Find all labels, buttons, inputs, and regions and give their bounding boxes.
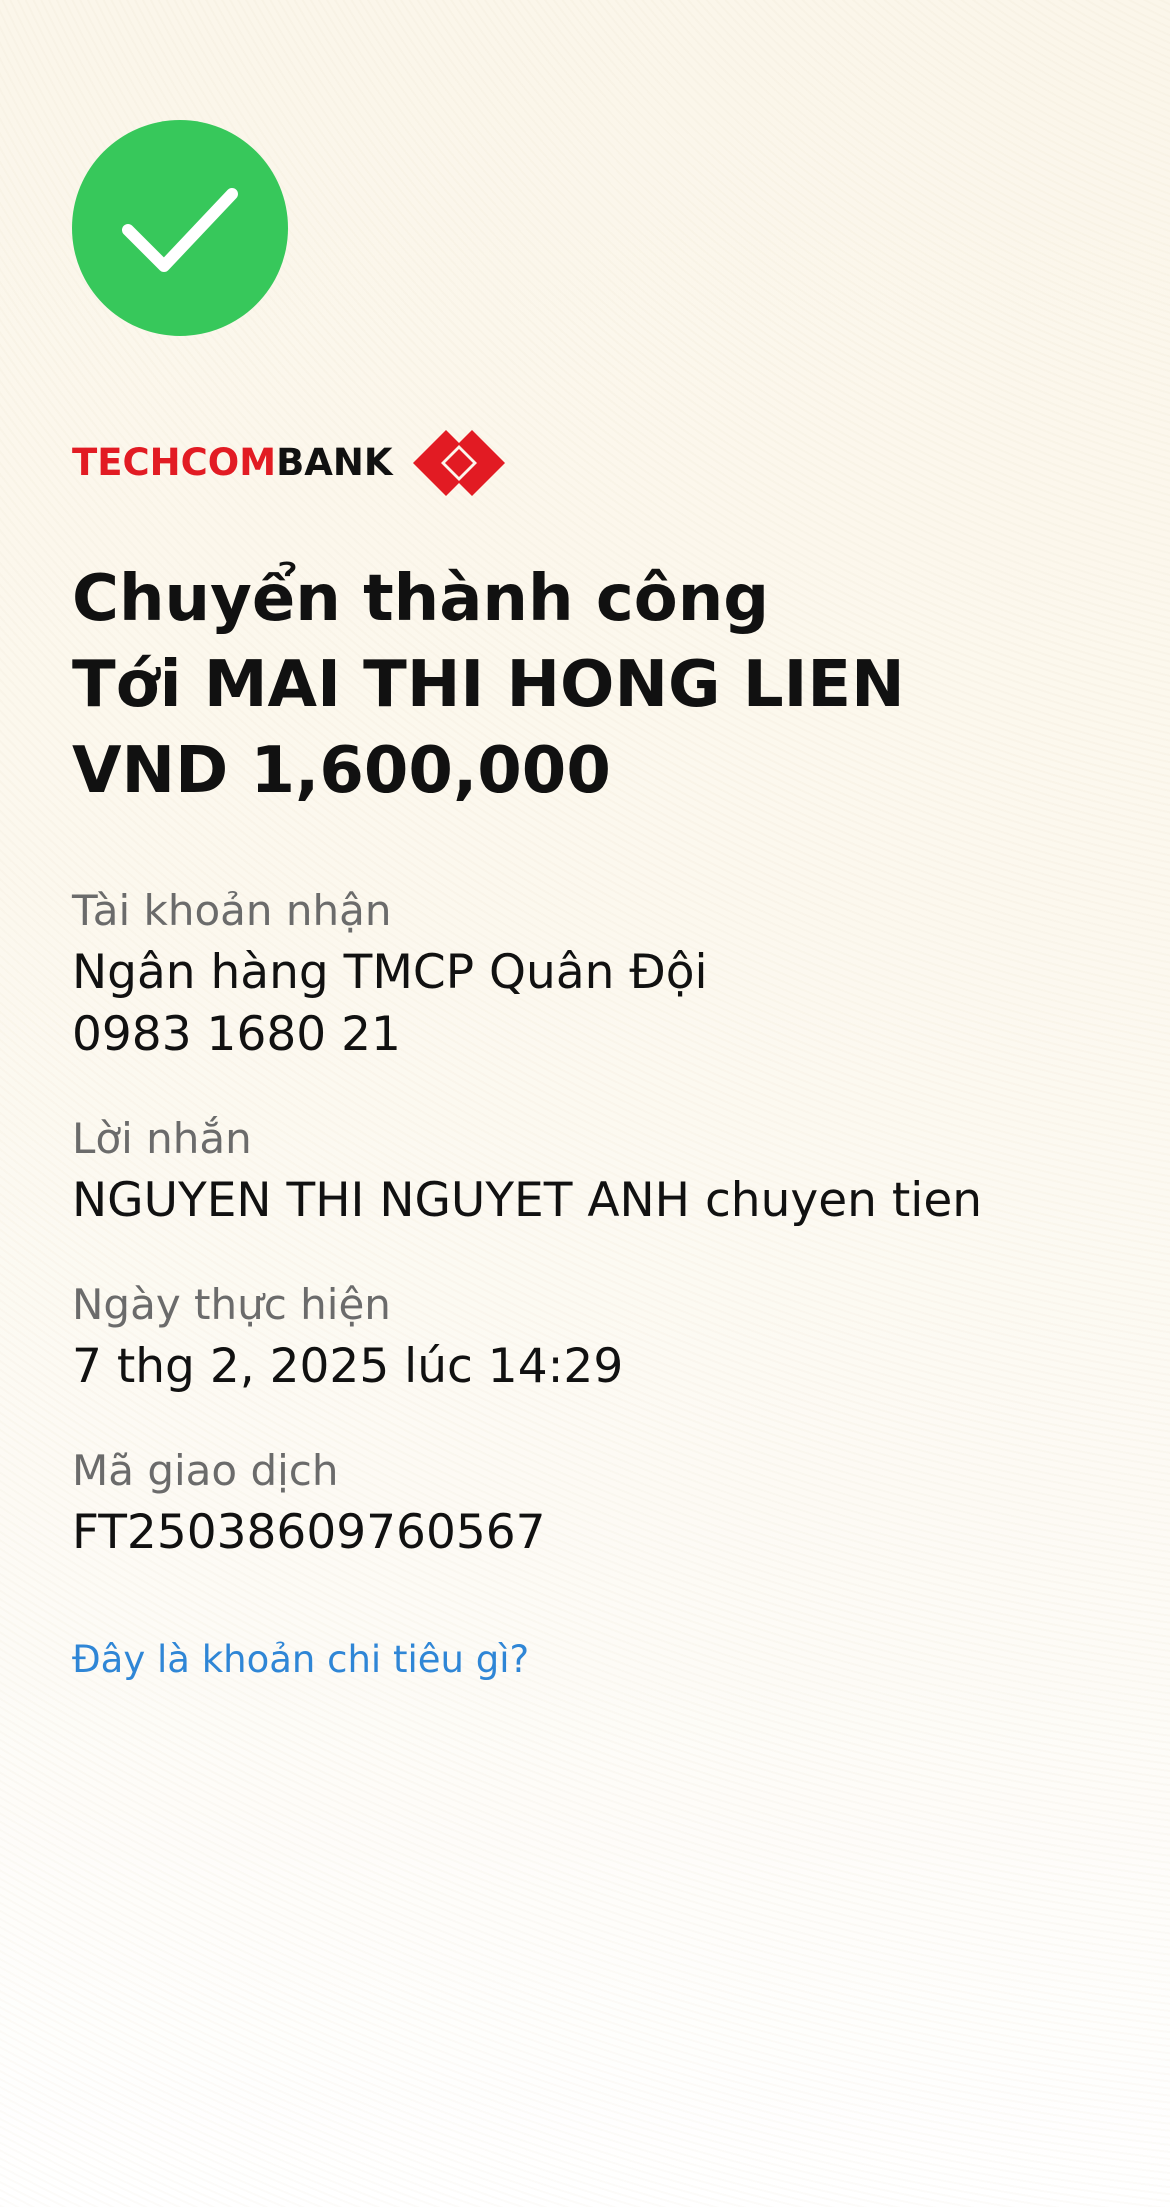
message-label: Lời nhắn xyxy=(72,1114,252,1163)
check-icon xyxy=(122,188,238,272)
receiving-account-number: 0983 1680 21 xyxy=(72,1007,401,1062)
date-label: Ngày thực hiện xyxy=(72,1280,391,1329)
date-value: 7 thg 2, 2025 lúc 14:29 xyxy=(72,1339,624,1394)
transaction-id-value: FT25038609760567 xyxy=(72,1505,546,1560)
receiving-account-label: Tài khoản nhận xyxy=(72,886,392,935)
transfer-amount: VND 1,600,000 xyxy=(72,734,611,808)
transfer-receipt: TECHCOMBANK Chuyển thành công Tới MAI TH… xyxy=(0,0,1170,2207)
message-value: NGUYEN THI NGUYET ANH chuyen tien xyxy=(72,1173,983,1228)
transaction-id-section: Mã giao dịch FT25038609760567 xyxy=(72,1440,1132,1564)
message-section: Lời nhắn NGUYEN THI NGUYET ANH chuyen ti… xyxy=(72,1108,1132,1232)
spending-category-link[interactable]: Đây là khoản chi tiêu gì? xyxy=(72,1632,529,1688)
receiving-bank-name: Ngân hàng TMCP Quân Đội xyxy=(72,945,708,1000)
transfer-status-title: Chuyển thành công xyxy=(72,562,770,636)
transaction-id-label: Mã giao dịch xyxy=(72,1446,339,1495)
receiving-account-section: Tài khoản nhận Ngân hàng TMCP Quân Đội 0… xyxy=(72,880,1132,1066)
techcombank-logo-icon xyxy=(412,430,505,496)
transfer-summary: Chuyển thành công Tới MAI THI HONG LIEN … xyxy=(72,556,1112,814)
bank-brand: TECHCOMBANK xyxy=(72,430,505,496)
bank-name: TECHCOMBANK xyxy=(72,430,393,496)
transfer-details: Tài khoản nhận Ngân hàng TMCP Quân Đội 0… xyxy=(72,880,1132,1606)
recipient-name: Tới MAI THI HONG LIEN xyxy=(72,648,905,722)
bank-name-part1: TECHCOM xyxy=(72,441,277,484)
date-section: Ngày thực hiện 7 thg 2, 2025 lúc 14:29 xyxy=(72,1274,1132,1398)
success-check-icon xyxy=(72,120,288,336)
bank-name-part2: BANK xyxy=(276,441,393,484)
